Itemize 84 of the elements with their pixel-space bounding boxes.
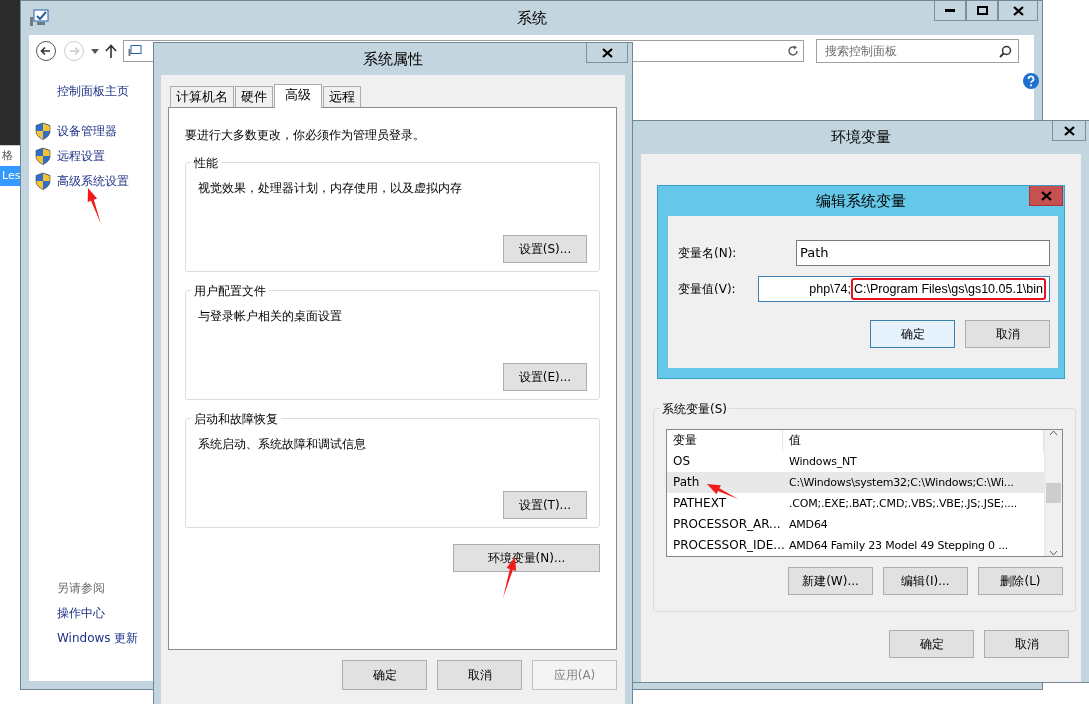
tab[interactable]: 高级 [274, 84, 322, 108]
computer-icon [128, 45, 142, 57]
scroll-down-icon[interactable] [1049, 550, 1058, 556]
environment-variables-button[interactable]: 环境变量(N)... [453, 544, 600, 572]
up-button[interactable] [105, 44, 117, 58]
variable-value: Windows_NT [788, 454, 858, 470]
variable-value: .COM;.EXE;.BAT;.CMD;.VBS;.VBE;.JS;.JSE;.... [788, 496, 1019, 512]
sidebar-link[interactable]: 设备管理器 [57, 121, 117, 140]
variable-name: PROCESSOR_IDE... [673, 538, 785, 552]
back-button[interactable] [35, 40, 57, 62]
sidebar-link[interactable]: 高级系统设置 [57, 171, 129, 190]
window-title: 系统属性 [363, 48, 423, 70]
maximize-icon[interactable] [976, 6, 988, 15]
input-field[interactable]: Path [796, 240, 1050, 266]
close-icon[interactable] [1063, 125, 1075, 136]
action-button[interactable]: 删除(L) [978, 567, 1063, 595]
dialog-button[interactable]: 确定 [342, 660, 427, 690]
list-item[interactable]: 格 [0, 146, 20, 166]
shield-icon [35, 121, 51, 140]
group-title: 启动和故障恢复 [191, 410, 281, 428]
action-button[interactable]: 编辑(I)... [883, 567, 968, 595]
highlight-box: C:\Program Files\gs\gs10.05.1\bin [851, 277, 1046, 301]
group-description: 与登录帐户相关的桌面设置 [198, 308, 343, 325]
dialog-button[interactable]: 取消 [965, 320, 1050, 348]
dialog-button[interactable]: 取消 [984, 630, 1069, 658]
field-label: 变量名(N): [678, 245, 737, 262]
list-row[interactable]: OS Windows_NT [667, 451, 1044, 472]
group-title: 用户配置文件 [191, 282, 269, 300]
close-button[interactable] [586, 43, 628, 63]
value-text: Path [800, 244, 829, 263]
list-row[interactable]: PROCESSOR_AR... AMD64 [667, 514, 1044, 535]
field-label: 变量值(V): [678, 281, 736, 298]
dialog-button[interactable]: 确定 [870, 320, 955, 348]
variable-value: AMD64 [788, 517, 829, 533]
scroll-up-icon[interactable] [1049, 430, 1058, 436]
sidebar-link[interactable]: Windows 更新 [57, 626, 154, 651]
search-icon[interactable] [999, 44, 1012, 58]
scrollbar[interactable] [1044, 430, 1062, 556]
tab[interactable]: 计算机名 [170, 86, 234, 107]
settings-button[interactable]: 设置(E)... [503, 363, 587, 391]
list-row[interactable]: Path C:\Windows\system32;C:\Windows;C:\Wi... [667, 472, 1044, 493]
list-row[interactable]: PROCESSOR_IDE... AMD64 Family 23 Model 49 Stepping 0 ... [667, 535, 1044, 556]
group-title: 性能 [191, 154, 221, 172]
settings-button[interactable]: 设置(S)... [503, 235, 587, 263]
home-link[interactable]: 控制面板主页 [57, 79, 154, 104]
value-text: php\74; [809, 280, 851, 298]
close-icon[interactable] [1012, 5, 1024, 16]
variable-name: Path [673, 475, 700, 489]
variable-name: PROCESSOR_AR... [673, 517, 781, 531]
close-button[interactable] [1052, 121, 1086, 141]
scroll-thumb[interactable] [1046, 483, 1061, 503]
action-button[interactable]: 新建(W)... [788, 567, 873, 595]
group-title: 系统变量(S) [660, 400, 729, 418]
refresh-icon[interactable] [787, 45, 799, 57]
window-title: 编辑系统变量 [816, 190, 906, 212]
tab[interactable]: 硬件 [235, 86, 273, 107]
window-title: 环境变量 [831, 127, 891, 149]
group-description: 视觉效果，处理器计划，内存使用，以及虚拟内存 [198, 180, 463, 197]
section-heading: 另请参阅 [57, 580, 106, 597]
list-row[interactable]: PATHEXT .COM;.EXE;.BAT;.CMD;.VBS;.VBE;.JS;.JSE;.... [667, 493, 1044, 514]
computer-icon [29, 9, 49, 27]
window-title: 系统 [516, 7, 547, 29]
maximize-button[interactable] [966, 1, 998, 21]
close-icon[interactable] [601, 47, 613, 58]
variable-value: C:\Windows\system32;C:\Windows;C:\Wi... [788, 475, 1015, 491]
dropdown-caret-icon[interactable] [91, 48, 99, 54]
variable-name: OS [673, 454, 691, 468]
notice-text: 要进行大多数更改，你必须作为管理员登录。 [185, 127, 426, 144]
group-description: 系统启动、系统故障和调试信息 [198, 436, 367, 453]
input-field[interactable]: php\74; C:\Program Files\gs\gs10.05.1\bin [758, 276, 1050, 302]
search-field[interactable]: 搜索控制面板 [816, 39, 1019, 63]
dialog-button[interactable]: 取消 [437, 660, 522, 690]
help-icon[interactable] [1023, 73, 1039, 89]
dialog-button[interactable]: 确定 [889, 630, 974, 658]
tab[interactable]: 远程 [323, 86, 361, 107]
close-button[interactable] [998, 1, 1038, 21]
sidebar-link[interactable]: 操作中心 [57, 601, 154, 626]
variable-name: PATHEXT [673, 496, 727, 510]
settings-button[interactable]: 设置(T)... [503, 491, 587, 519]
minimize-button[interactable] [934, 1, 966, 21]
sidebar-link[interactable]: 远程设置 [57, 146, 105, 165]
variable-value: AMD64 Family 23 Model 49 Stepping 0 ... [788, 538, 1010, 554]
shield-icon [35, 171, 51, 190]
shield-icon [35, 146, 51, 165]
